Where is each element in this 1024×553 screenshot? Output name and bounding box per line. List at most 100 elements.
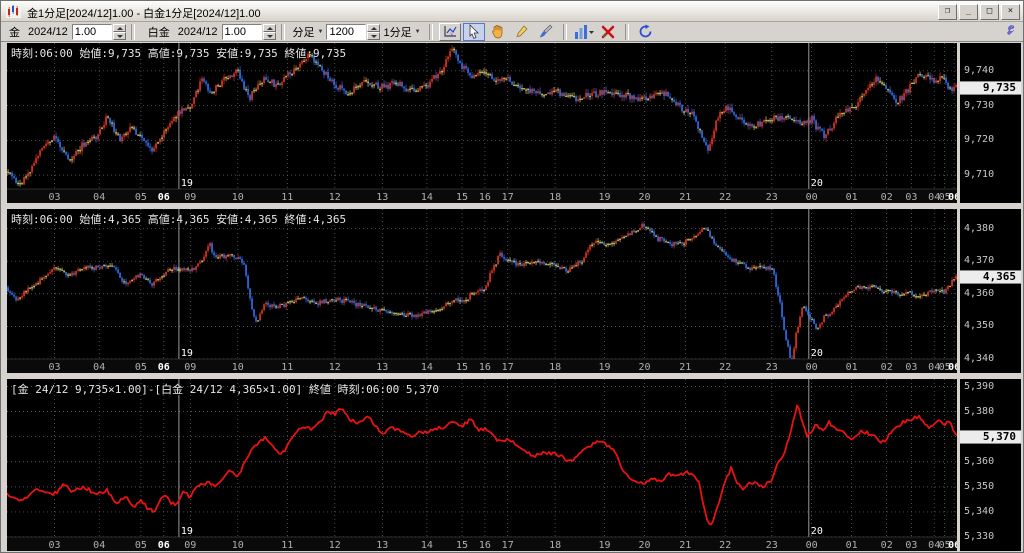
gold-multiplier-up-icon[interactable] (112, 23, 126, 32)
brush-icon (539, 24, 553, 38)
x-tick-label: 23 (766, 540, 778, 551)
bar-type-dropdown[interactable]: 分足 ▼ (293, 24, 324, 40)
y-tick-label: 4,380 (964, 222, 995, 234)
gold-1min-y-axis: 9,740 9,730 9,720 9,710 9,735 (960, 43, 1021, 203)
settings-wrench-icon[interactable] (1002, 24, 1015, 37)
gold-platinum-spread-plot[interactable]: 19 20 03 04 05 06 09 10 11 12 13 14 15 16 17 18 19 20 21 22… (7, 379, 957, 551)
x-tick-label: 13 (376, 362, 388, 373)
gold-chart-panel: 時刻:06:00 始値:9,735 高値:9,735 安値:9,735 終値:9… (7, 43, 1021, 203)
refresh-icon (639, 24, 652, 38)
y-tick-label: 5,330 (964, 531, 995, 542)
window-title: 金1分足[2024/12]1.00 - 白金1分足[2024/12]1.00 (27, 8, 261, 20)
restore-window-button[interactable]: ❐ (938, 4, 957, 20)
x-tick-label: 04 (93, 192, 105, 203)
x-tick-label: 15 (456, 192, 468, 203)
x-tick-label: 06 (158, 540, 170, 551)
day-mark-label: 19 (181, 526, 193, 537)
x-tick-label: 04 (93, 540, 105, 551)
x-tick-label: 12 (329, 192, 341, 203)
x-tick-label: 05 (135, 540, 147, 551)
pencil-icon (516, 25, 528, 38)
delete-object-button[interactable] (597, 23, 619, 41)
spread-info: [金 24/12 9,735×1.00]-[白金 24/12 4,365×1.0… (11, 383, 439, 396)
y-tick-label: 5,380 (964, 405, 995, 417)
gold-1min-plot[interactable]: 19 20 03 04 05 06 09 10 11 12 13 14 15 16 17 18 19 20 21 22… (7, 43, 957, 203)
y-tick-label: 4,360 (964, 287, 995, 299)
platinum-1min-plot[interactable]: 19 20 03 04 05 06 09 10 11 12 13 14 15 16 17 18 19 20 21 22… (7, 209, 957, 373)
platinum-1min-y-axis: 4,380 4,370 4,360 4,350 4,340 4,365 (960, 209, 1021, 373)
chart-axes-icon (443, 25, 457, 39)
x-tick-label: 18 (549, 540, 561, 551)
x-tick-label: 00 (806, 192, 818, 203)
gold-multiplier-spinner (71, 23, 126, 40)
x-tick-label: 22 (719, 362, 731, 373)
gold-multiplier-down-icon[interactable] (112, 31, 126, 40)
x-tick-label: 17 (502, 540, 514, 551)
x-tick-label: 11 (281, 362, 293, 373)
x-tick-label: 12 (329, 362, 341, 373)
title-bar[interactable]: 金1分足[2024/12]1.00 - 白金1分足[2024/12]1.00 ❐… (1, 1, 1023, 22)
x-tick-label: 14 (421, 540, 433, 551)
current-price-badge: 9,735 (960, 81, 1021, 96)
x-tick-label: 01 (846, 362, 858, 373)
refresh-button[interactable] (635, 23, 657, 41)
platinum-multiplier-input[interactable] (221, 23, 262, 40)
x-tick-label: 10 (232, 192, 244, 203)
bar-count-spinner (326, 23, 381, 40)
y-tick-label: 5,360 (964, 455, 995, 467)
bar-chart-icon (574, 24, 594, 39)
x-tick-label: 06 (948, 540, 957, 551)
x-tick-label: 11 (281, 540, 293, 551)
x-tick-label: 06 (158, 362, 170, 373)
bar-count-up-icon[interactable] (367, 23, 381, 32)
x-tick-label: 14 (421, 192, 433, 203)
bar-count-input[interactable] (326, 23, 367, 40)
x-tick-label: 00 (806, 540, 818, 551)
spread-chart-panel: [金 24/12 9,735×1.00]-[白金 24/12 4,365×1.0… (7, 379, 1021, 551)
gold-contract-month: 2024/12 (28, 25, 68, 38)
current-price-badge: 4,365 (960, 270, 1021, 285)
pan-hand-button[interactable] (487, 23, 509, 41)
select-cursor-button[interactable] (462, 22, 485, 41)
x-tick-label: 02 (881, 362, 893, 373)
y-tick-label: 9,720 (964, 134, 995, 146)
chart-style-button[interactable] (573, 23, 595, 41)
maximize-button[interactable]: □ (980, 4, 999, 20)
x-tick-label: 12 (329, 540, 341, 551)
x-tick-label: 14 (421, 362, 433, 373)
bar-count-down-icon[interactable] (367, 31, 381, 40)
y-tick-label: 4,350 (964, 320, 995, 332)
x-tick-label: 16 (479, 192, 491, 203)
draw-line-button[interactable] (511, 23, 533, 41)
x-tick-label: 22 (719, 540, 731, 551)
platinum-multiplier-up-icon[interactable] (262, 23, 276, 32)
x-tick-label: 21 (679, 192, 691, 203)
y-tick-label: 4,340 (964, 353, 995, 364)
x-tick-label: 05 (135, 362, 147, 373)
close-button[interactable]: × (1001, 4, 1020, 20)
day-mark-label: 19 (181, 348, 193, 359)
x-tick-label: 05 (135, 192, 147, 203)
x-tick-label: 17 (502, 192, 514, 203)
x-tick-label: 20 (638, 540, 650, 551)
day-mark-label: 19 (181, 178, 193, 189)
format-brush-button[interactable] (535, 23, 557, 41)
x-tick-label: 16 (479, 362, 491, 373)
x-tick-label: 13 (376, 192, 388, 203)
hand-icon (492, 25, 503, 39)
x-tick-label: 20 (638, 192, 650, 203)
day-mark-label: 20 (811, 178, 823, 189)
y-tick-label: 4,370 (964, 255, 995, 267)
x-tick-label: 18 (549, 192, 561, 203)
y-tick-label: 5,340 (964, 505, 995, 517)
gold-multiplier-input[interactable] (71, 23, 112, 40)
chart-mode-button[interactable] (438, 22, 461, 41)
x-tick-label: 03 (905, 362, 917, 373)
interval-dropdown[interactable]: 1分足 ▼ (383, 24, 420, 40)
y-tick-label: 5,390 (964, 380, 995, 392)
x-tick-label: 20 (638, 362, 650, 373)
x-tick-label: 06 (158, 192, 170, 203)
x-tick-label: 23 (766, 192, 778, 203)
platinum-multiplier-down-icon[interactable] (262, 31, 276, 40)
minimize-button[interactable]: _ (959, 4, 978, 20)
